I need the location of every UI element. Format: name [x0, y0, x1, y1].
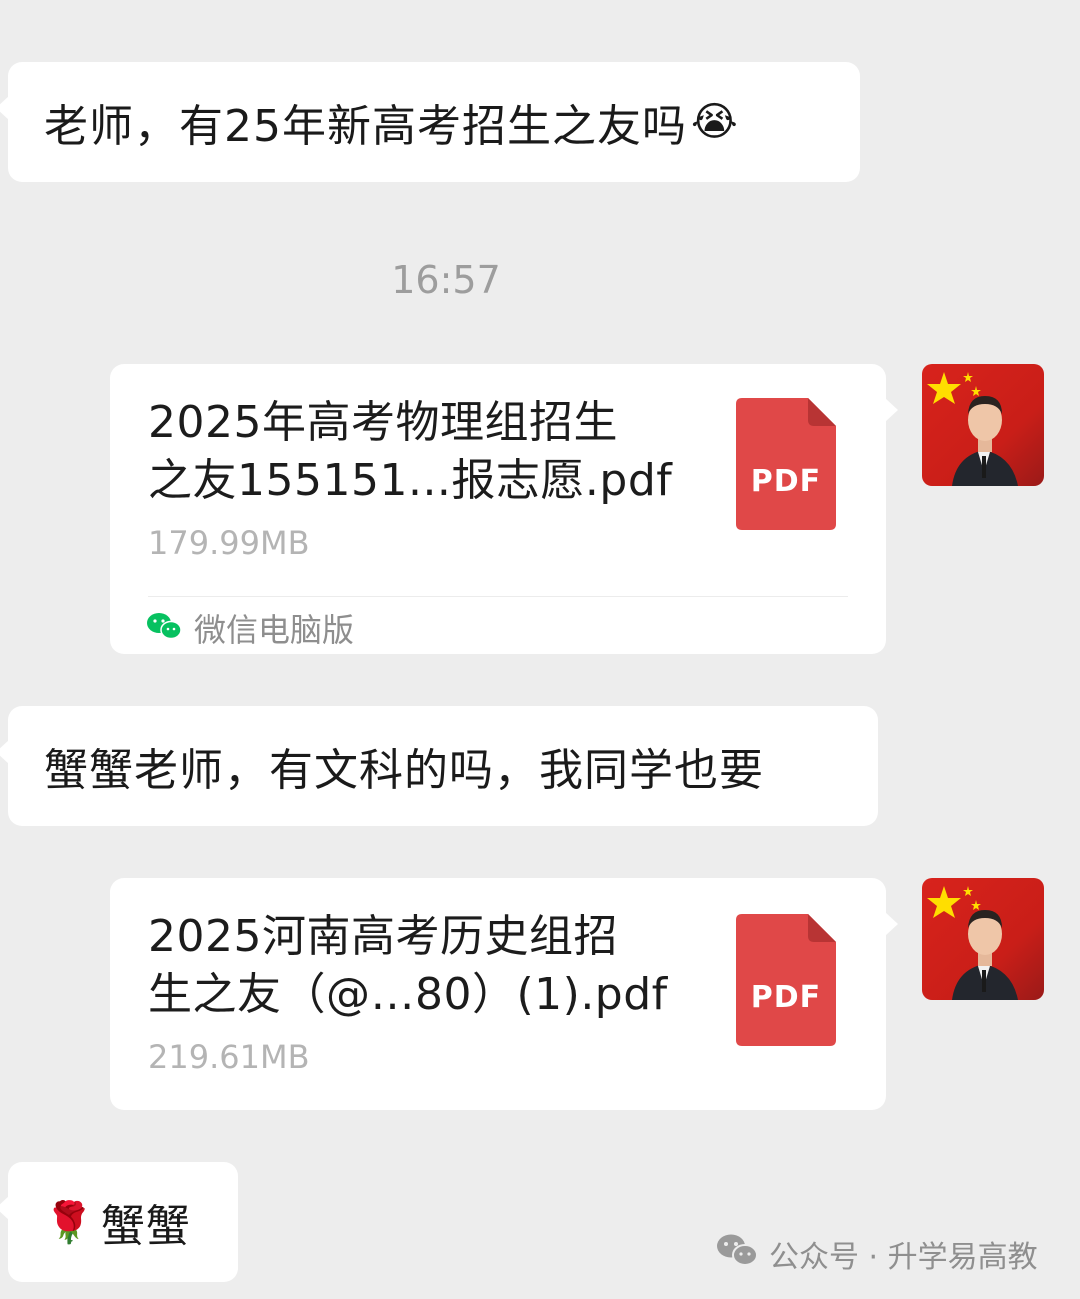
sender-avatar[interactable]: [922, 878, 1044, 1000]
file-message-history-pdf[interactable]: 2025河南高考历史组招 生之友（@…80）(1).pdf 219.61MB P…: [110, 878, 898, 1110]
message-text: 蟹蟹老师，有文科的吗，我同学也要: [44, 745, 764, 796]
pdf-file-icon: PDF: [736, 398, 836, 530]
wechat-icon: [715, 1233, 759, 1275]
source-row: 微信电脑版: [146, 606, 354, 650]
timestamp: 16:57: [391, 258, 501, 302]
file-size: 219.61MB: [148, 1038, 310, 1076]
message-bubble-thanks[interactable]: 🌹 蟹蟹: [0, 1162, 238, 1282]
crying-face-emoji-icon: 😭: [691, 99, 739, 145]
message-text: 蟹蟹: [100, 1201, 191, 1252]
file-name: 2025河南高考历史组招 生之友（@…80）(1).pdf: [148, 911, 668, 1020]
message-text: 老师，有25年新高考招生之友吗: [44, 101, 687, 152]
rose-emoji-icon: 🌹: [44, 1199, 95, 1246]
sender-avatar[interactable]: [922, 364, 1044, 486]
message-bubble-question[interactable]: 老师，有25年新高考招生之友吗 😭: [0, 62, 860, 182]
file-name: 2025年高考物理组招生 之友155151...报志愿.pdf: [148, 397, 673, 506]
file-message-physics-pdf[interactable]: 2025年高考物理组招生 之友155151...报志愿.pdf 179.99MB…: [110, 364, 898, 654]
divider: [148, 596, 848, 597]
pdf-file-icon: PDF: [736, 914, 836, 1046]
watermark: 公众号 · 升学易高教: [715, 1232, 1038, 1276]
message-bubble-request[interactable]: 蟹蟹老师，有文科的吗，我同学也要: [0, 706, 878, 826]
watermark-text: 公众号 · 升学易高教: [769, 1240, 1038, 1275]
file-size: 179.99MB: [148, 524, 310, 562]
wechat-icon: [146, 611, 182, 645]
source-label: 微信电脑版: [194, 611, 355, 649]
